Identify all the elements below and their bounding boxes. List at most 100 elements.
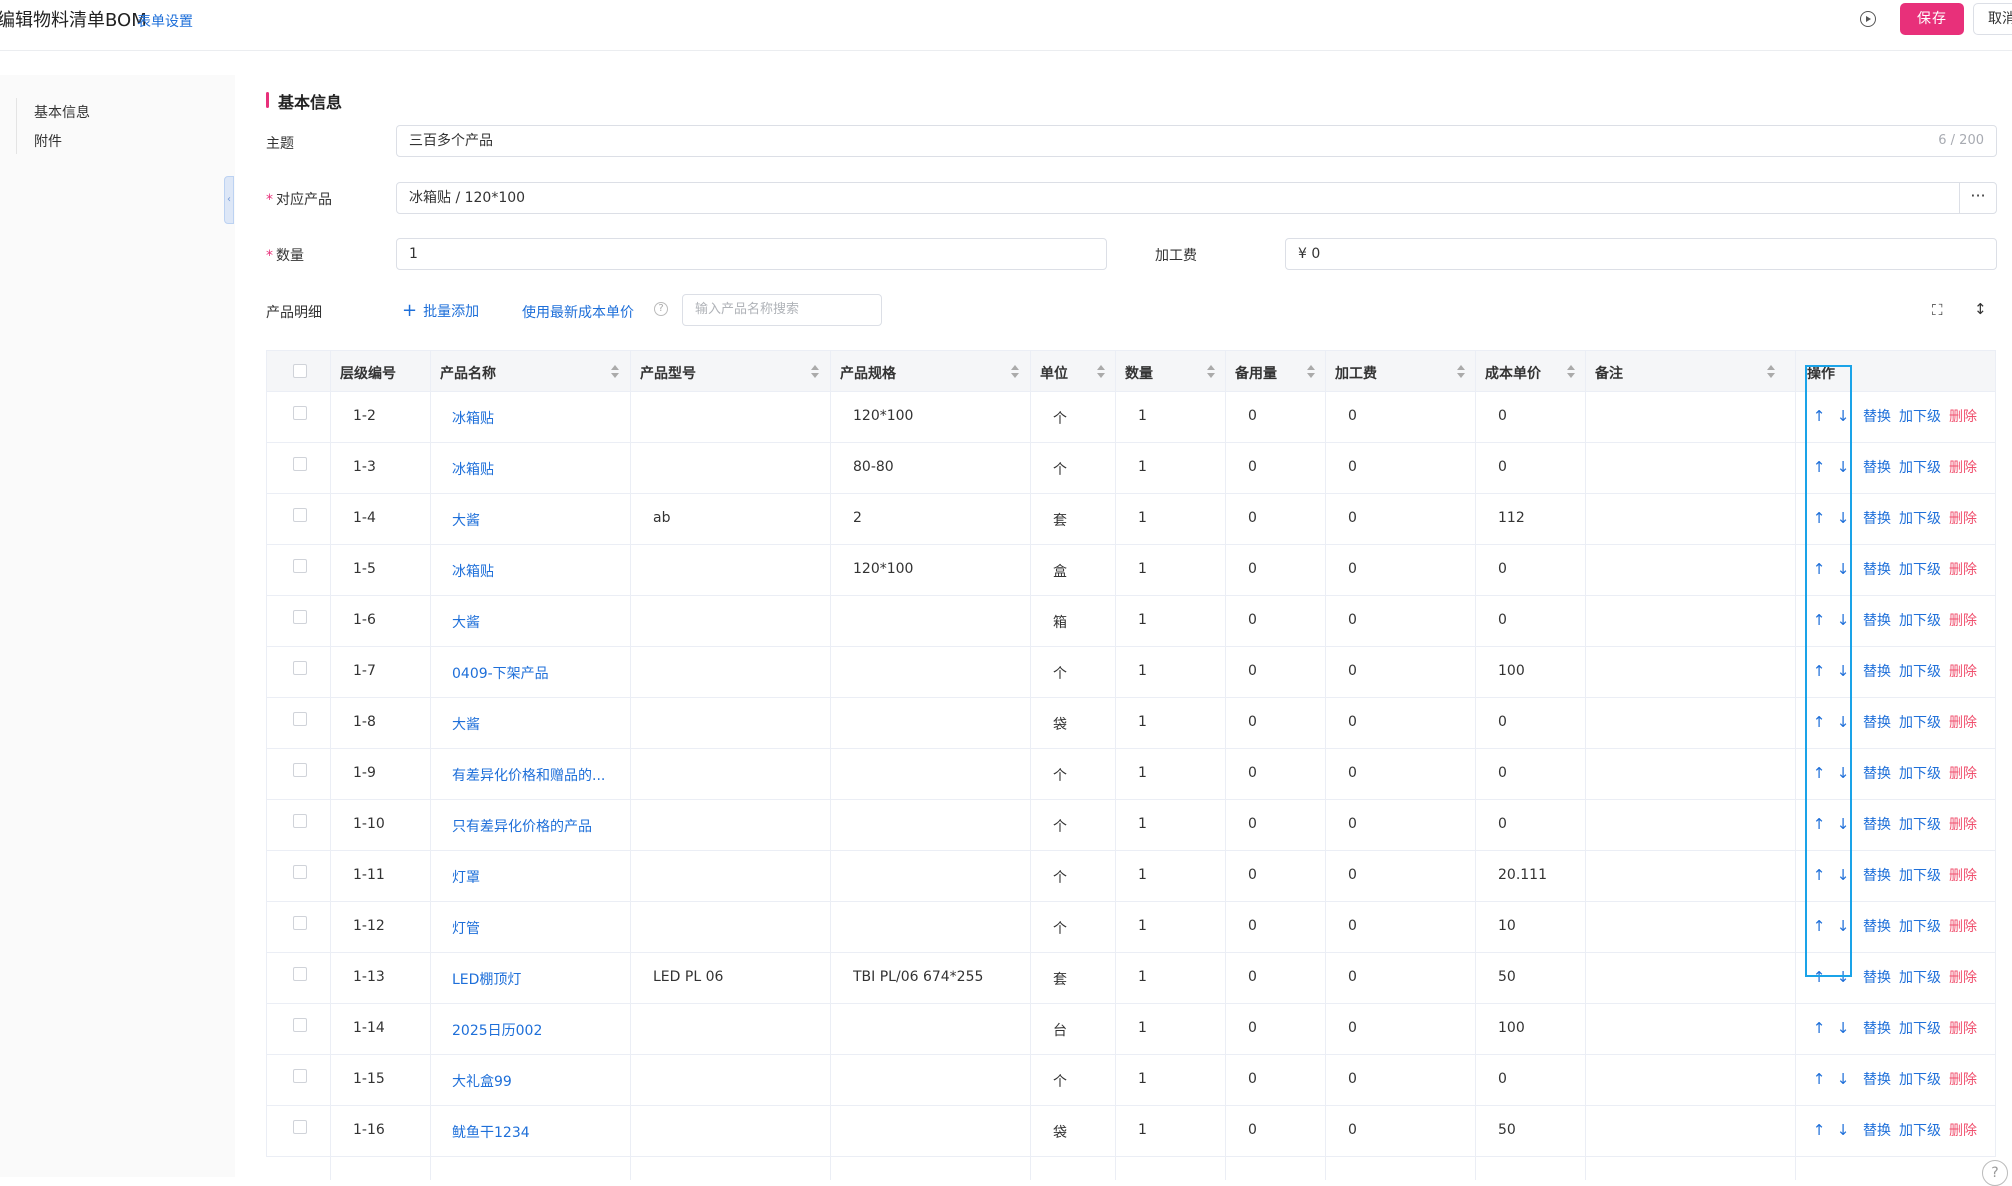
- batch-add-button[interactable]: + 批量添加: [402, 300, 479, 321]
- form-settings-link[interactable]: 表单设置: [137, 11, 193, 31]
- replace-button[interactable]: 替换: [1863, 970, 1891, 986]
- row-checkbox[interactable]: [293, 661, 307, 675]
- delete-button[interactable]: 删除: [1949, 970, 1977, 986]
- delete-button[interactable]: 删除: [1949, 715, 1977, 731]
- cell-product-name[interactable]: LED棚顶灯: [452, 969, 521, 989]
- sort-icon[interactable]: [1097, 365, 1105, 379]
- row-checkbox[interactable]: [293, 1018, 307, 1032]
- move-down-icon[interactable]: ↓: [1831, 1121, 1855, 1139]
- play-icon[interactable]: [1860, 11, 1876, 27]
- row-checkbox[interactable]: [293, 712, 307, 726]
- cell-product-name[interactable]: 灯罩: [452, 867, 480, 887]
- replace-button[interactable]: 替换: [1863, 409, 1891, 425]
- add-sub-level-button[interactable]: 加下级: [1899, 562, 1941, 578]
- delete-button[interactable]: 删除: [1949, 919, 1977, 935]
- cell-product-name[interactable]: 冰箱贴: [452, 459, 494, 479]
- delete-button[interactable]: 删除: [1949, 460, 1977, 476]
- sort-icon[interactable]: [811, 365, 819, 379]
- fullscreen-icon[interactable]: ⛶: [1932, 302, 1943, 318]
- product-picker-button[interactable]: ···: [1959, 182, 1997, 214]
- subject-input[interactable]: 三百多个产品 6 / 200: [396, 125, 1997, 157]
- row-checkbox[interactable]: [293, 814, 307, 828]
- sort-icon[interactable]: [1457, 365, 1465, 379]
- product-search-input[interactable]: 输入产品名称搜索: [682, 294, 882, 326]
- sidebar-item-attachments[interactable]: 附件: [34, 131, 62, 151]
- delete-button[interactable]: 删除: [1949, 868, 1977, 884]
- row-checkbox[interactable]: [293, 763, 307, 777]
- move-down-icon[interactable]: ↓: [1831, 1019, 1855, 1037]
- delete-button[interactable]: 删除: [1949, 562, 1977, 578]
- sidebar-item-basic-info[interactable]: 基本信息: [34, 102, 90, 122]
- delete-button[interactable]: 删除: [1949, 1123, 1977, 1139]
- row-checkbox[interactable]: [293, 559, 307, 573]
- row-checkbox[interactable]: [293, 916, 307, 930]
- row-checkbox[interactable]: [293, 1120, 307, 1134]
- replace-button[interactable]: 替换: [1863, 817, 1891, 833]
- add-sub-level-button[interactable]: 加下级: [1899, 715, 1941, 731]
- row-checkbox[interactable]: [293, 865, 307, 879]
- add-sub-level-button[interactable]: 加下级: [1899, 1072, 1941, 1088]
- processing-fee-input[interactable]: ¥ 0: [1285, 238, 1997, 270]
- sort-icon[interactable]: [1207, 365, 1215, 379]
- replace-button[interactable]: 替换: [1863, 613, 1891, 629]
- select-all-checkbox[interactable]: [293, 364, 307, 378]
- move-down-icon[interactable]: ↓: [1831, 1070, 1855, 1088]
- sort-icon[interactable]: [1011, 365, 1019, 379]
- sort-icon[interactable]: [1567, 365, 1575, 379]
- cell-product-name[interactable]: 冰箱贴: [452, 408, 494, 428]
- replace-button[interactable]: 替换: [1863, 1123, 1891, 1139]
- use-latest-cost-button[interactable]: 使用最新成本单价: [522, 302, 634, 322]
- product-input[interactable]: 冰箱贴 / 120*100: [396, 182, 1960, 214]
- cell-product-name[interactable]: 灯管: [452, 918, 480, 938]
- cell-product-name[interactable]: 有差异化价格和赠品的...: [452, 765, 605, 785]
- cell-product-name[interactable]: 2025日历002: [452, 1020, 542, 1040]
- replace-button[interactable]: 替换: [1863, 460, 1891, 476]
- replace-button[interactable]: 替换: [1863, 919, 1891, 935]
- quantity-input[interactable]: 1: [396, 238, 1107, 270]
- add-sub-level-button[interactable]: 加下级: [1899, 817, 1941, 833]
- row-checkbox[interactable]: [293, 610, 307, 624]
- add-sub-level-button[interactable]: 加下级: [1899, 1021, 1941, 1037]
- delete-button[interactable]: 删除: [1949, 1021, 1977, 1037]
- add-sub-level-button[interactable]: 加下级: [1899, 919, 1941, 935]
- add-sub-level-button[interactable]: 加下级: [1899, 460, 1941, 476]
- move-up-icon[interactable]: ↑: [1807, 1019, 1831, 1037]
- delete-button[interactable]: 删除: [1949, 409, 1977, 425]
- cell-product-name[interactable]: 鱿鱼干1234: [452, 1122, 530, 1142]
- move-up-icon[interactable]: ↑: [1807, 1070, 1831, 1088]
- replace-button[interactable]: 替换: [1863, 562, 1891, 578]
- row-checkbox[interactable]: [293, 1069, 307, 1083]
- delete-button[interactable]: 删除: [1949, 766, 1977, 782]
- sort-icon[interactable]: [1767, 365, 1775, 379]
- replace-button[interactable]: 替换: [1863, 1021, 1891, 1037]
- row-checkbox[interactable]: [293, 967, 307, 981]
- sort-icon[interactable]: [611, 365, 619, 379]
- replace-button[interactable]: 替换: [1863, 664, 1891, 680]
- floating-help-icon[interactable]: ?: [1982, 1160, 2008, 1186]
- delete-button[interactable]: 删除: [1949, 664, 1977, 680]
- collapse-sidebar-handle[interactable]: ‹: [224, 176, 234, 224]
- add-sub-level-button[interactable]: 加下级: [1899, 766, 1941, 782]
- add-sub-level-button[interactable]: 加下级: [1899, 511, 1941, 527]
- add-sub-level-button[interactable]: 加下级: [1899, 613, 1941, 629]
- add-sub-level-button[interactable]: 加下级: [1899, 1123, 1941, 1139]
- cell-product-name[interactable]: 冰箱贴: [452, 561, 494, 581]
- replace-button[interactable]: 替换: [1863, 868, 1891, 884]
- add-sub-level-button[interactable]: 加下级: [1899, 664, 1941, 680]
- add-sub-level-button[interactable]: 加下级: [1899, 970, 1941, 986]
- replace-button[interactable]: 替换: [1863, 511, 1891, 527]
- replace-button[interactable]: 替换: [1863, 1072, 1891, 1088]
- row-checkbox[interactable]: [293, 508, 307, 522]
- delete-button[interactable]: 删除: [1949, 613, 1977, 629]
- delete-button[interactable]: 删除: [1949, 511, 1977, 527]
- cell-product-name[interactable]: 大酱: [452, 510, 480, 530]
- save-button[interactable]: 保存: [1900, 3, 1964, 35]
- help-icon[interactable]: ?: [654, 302, 668, 316]
- cell-product-name[interactable]: 大酱: [452, 714, 480, 734]
- add-sub-level-button[interactable]: 加下级: [1899, 409, 1941, 425]
- cell-product-name[interactable]: 大酱: [452, 612, 480, 632]
- replace-button[interactable]: 替换: [1863, 766, 1891, 782]
- replace-button[interactable]: 替换: [1863, 715, 1891, 731]
- move-up-icon[interactable]: ↑: [1807, 1121, 1831, 1139]
- delete-button[interactable]: 删除: [1949, 817, 1977, 833]
